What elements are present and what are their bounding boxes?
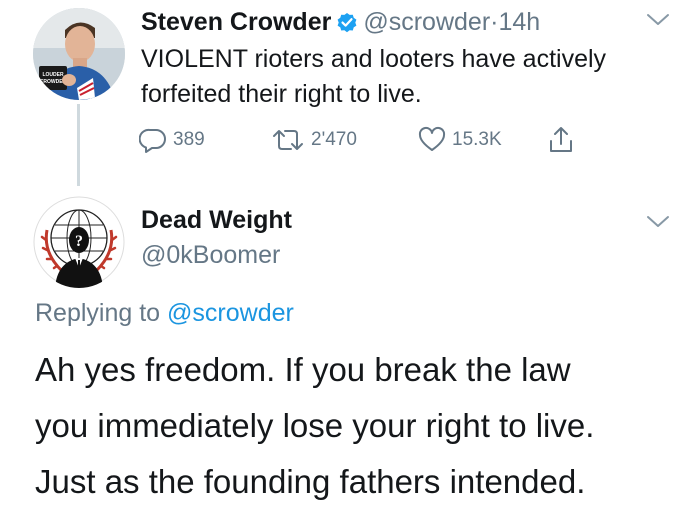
tweet-text: VIOLENT rioters and looters have activel… [141, 45, 607, 108]
verified-badge-icon [337, 13, 357, 33]
reply-author-handle[interactable]: @0kBoomer [141, 239, 280, 271]
reply-text-line: Just as the founding fathers intended. [35, 463, 586, 500]
retweet-icon [273, 130, 303, 150]
replying-to-line: Replying to @scrowder [35, 297, 294, 329]
reply-bubble-icon [139, 128, 166, 153]
reply-text-line: Ah yes freedom. If you break the law [35, 351, 571, 388]
thread-connector-line [77, 104, 80, 186]
reply-button[interactable]: 389 [139, 126, 205, 154]
svg-text:LOUDER: LOUDER [42, 72, 64, 78]
replying-to-mention[interactable]: @scrowder [167, 299, 294, 327]
author-handle[interactable]: @scrowder [363, 8, 490, 36]
tweet-time[interactable]: 14h [498, 8, 540, 36]
chevron-down-icon[interactable] [645, 214, 671, 230]
author-name[interactable]: Steven Crowder [141, 8, 331, 36]
question-mark-symbol: ? [75, 233, 83, 250]
share-button[interactable] [547, 126, 581, 154]
reply-author-name[interactable]: Dead Weight [141, 204, 292, 236]
reply-text-line: you immediately lose your right to live. [35, 407, 595, 444]
like-button[interactable]: 15.3K [418, 126, 502, 154]
steven-crowder-avatar[interactable]: LOUDER CROWDER [33, 8, 125, 100]
retweet-count: 2'470 [311, 129, 357, 150]
chevron-down-icon[interactable] [645, 12, 671, 28]
tweet-header: Steven Crowder @scrowder·14h [141, 6, 540, 38]
heart-icon [418, 126, 446, 151]
reply-count: 389 [173, 129, 205, 150]
like-count: 15.3K [452, 129, 502, 150]
retweet-button[interactable]: 2'470 [271, 126, 357, 154]
dead-weight-avatar[interactable]: ? [33, 196, 125, 288]
share-icon [550, 127, 572, 152]
anonymous-emblem-avatar: ? [33, 196, 125, 288]
reply-tweet-text: Ah yes freedom. If you break the law you… [35, 342, 685, 510]
avatar-photo: LOUDER CROWDER [33, 8, 125, 100]
replying-to-label: Replying to [35, 299, 161, 327]
